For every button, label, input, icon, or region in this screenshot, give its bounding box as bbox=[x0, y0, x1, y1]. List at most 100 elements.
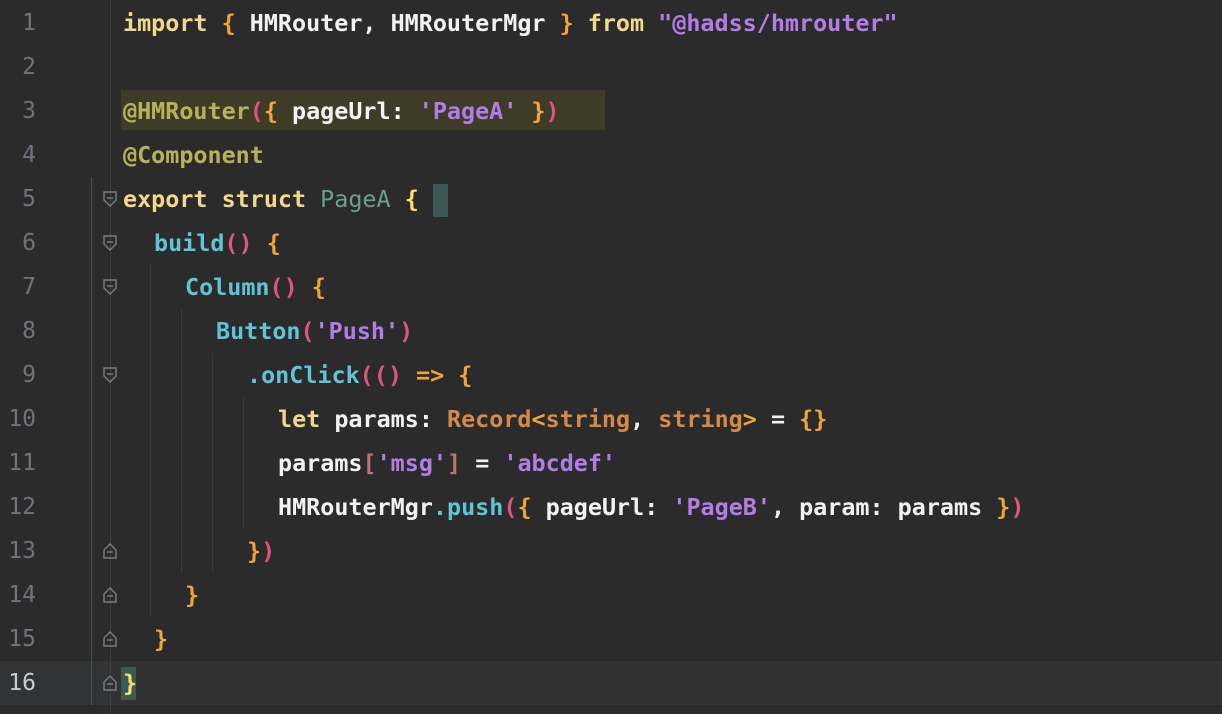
brace: } bbox=[185, 581, 200, 609]
line-number: 13 bbox=[8, 538, 36, 564]
line-number: 9 bbox=[22, 362, 36, 388]
paren: ) bbox=[1010, 493, 1025, 521]
decorator: @Component bbox=[123, 141, 264, 169]
brace: { bbox=[263, 97, 278, 125]
indent-guide bbox=[212, 353, 213, 573]
object-name: HMRouterMgr bbox=[278, 493, 433, 521]
module-string: "@hadss/hmrouter" bbox=[658, 9, 898, 37]
paren: ( bbox=[503, 493, 518, 521]
brace: { bbox=[458, 361, 473, 389]
line-number: 14 bbox=[8, 582, 36, 608]
line-number: 6 bbox=[22, 230, 36, 256]
code-line-13[interactable]: }) bbox=[247, 529, 275, 573]
indent-guide bbox=[150, 265, 151, 617]
gutter-divider bbox=[110, 0, 111, 714]
string-literal: 'msg' bbox=[376, 449, 448, 477]
function-name: onClick bbox=[261, 361, 360, 389]
paren: () bbox=[373, 361, 402, 389]
arrow: => bbox=[401, 361, 459, 389]
function-name: push bbox=[447, 493, 504, 521]
brace: { bbox=[517, 493, 532, 521]
code-line-9[interactable]: .onClick(() => { bbox=[247, 353, 472, 397]
paren: ) bbox=[261, 537, 276, 565]
line-number: 10 bbox=[8, 406, 36, 432]
struct-name: PageA bbox=[320, 185, 391, 213]
import-names: HMRouter, HMRouterMgr bbox=[249, 9, 546, 37]
code-line-14[interactable]: } bbox=[185, 573, 199, 617]
dot: . bbox=[247, 361, 262, 389]
paren: ( bbox=[359, 361, 374, 389]
keyword-let: let bbox=[278, 405, 321, 433]
line-number: 4 bbox=[22, 142, 36, 168]
brace: { bbox=[207, 9, 250, 37]
line-number: 5 bbox=[22, 186, 36, 212]
fold-close-icon[interactable] bbox=[101, 586, 119, 604]
type-name: string bbox=[545, 405, 631, 433]
code-line-8[interactable]: Button('Push') bbox=[216, 309, 413, 353]
operator: = bbox=[756, 405, 800, 433]
code-line-12[interactable]: HMRouterMgr.push({ pageUrl: 'PageB', par… bbox=[278, 485, 1024, 529]
code-line-11[interactable]: params['msg'] = 'abcdef' bbox=[278, 441, 616, 485]
code-line-16[interactable]: } bbox=[123, 661, 137, 705]
fold-open-icon[interactable] bbox=[101, 190, 119, 208]
brace: {} bbox=[799, 405, 828, 433]
keyword-from: from bbox=[587, 9, 645, 37]
brace: } bbox=[247, 537, 262, 565]
line-number: 2 bbox=[22, 54, 36, 80]
code-editor[interactable]: 1 2 3 4 5 6 7 8 9 10 11 12 13 14 15 16 i… bbox=[0, 0, 1222, 714]
line-number: 8 bbox=[22, 318, 36, 344]
indent-guide bbox=[181, 309, 182, 573]
fold-open-icon[interactable] bbox=[101, 234, 119, 252]
line-number: 12 bbox=[8, 494, 36, 520]
code-line-7[interactable]: Column() { bbox=[185, 265, 326, 309]
function-name: Column bbox=[185, 273, 270, 301]
code-line-6[interactable]: build() { bbox=[154, 221, 281, 265]
paren: ( bbox=[249, 97, 264, 125]
string-literal: 'Push' bbox=[314, 317, 400, 345]
indent-guide bbox=[91, 177, 92, 705]
matching-brace-highlight bbox=[433, 184, 448, 217]
keyword-import: import bbox=[123, 9, 208, 37]
line-number: 15 bbox=[8, 626, 36, 652]
operator: = bbox=[461, 449, 504, 477]
fold-close-icon[interactable] bbox=[101, 630, 119, 648]
variable: params: bbox=[320, 405, 447, 433]
brace: } bbox=[517, 97, 546, 125]
brace: } bbox=[996, 493, 1011, 521]
code-line-3[interactable]: @HMRouter({ pageUrl: 'PageA' }) bbox=[123, 89, 560, 133]
dot: . bbox=[432, 493, 447, 521]
line-number: 3 bbox=[22, 98, 36, 124]
keyword-export-struct: export struct bbox=[123, 185, 307, 213]
paren: ) bbox=[545, 97, 560, 125]
type-name: Record bbox=[447, 405, 532, 433]
code-line-5[interactable]: export struct PageA { bbox=[123, 177, 419, 221]
bracket: [ bbox=[362, 449, 377, 477]
angle: < bbox=[531, 405, 546, 433]
decorator: @HMRouter bbox=[123, 97, 250, 125]
brace: { bbox=[404, 185, 419, 213]
fold-open-icon[interactable] bbox=[101, 366, 119, 384]
angle: > bbox=[742, 405, 757, 433]
paren: () bbox=[224, 229, 253, 257]
fold-close-icon[interactable] bbox=[101, 542, 119, 560]
brace: { bbox=[266, 229, 281, 257]
variable: params bbox=[278, 449, 363, 477]
brace: } bbox=[545, 9, 588, 37]
string-literal: 'abcdef' bbox=[503, 449, 617, 477]
line-number-current: 16 bbox=[8, 670, 36, 696]
arguments: , param: params bbox=[770, 493, 997, 521]
brace: { bbox=[311, 273, 326, 301]
code-line-15[interactable]: } bbox=[154, 617, 168, 661]
code-line-1[interactable]: import { HMRouter, HMRouterMgr } from "@… bbox=[123, 1, 898, 45]
code-line-10[interactable]: let params: Record<string, string> = {} bbox=[278, 397, 827, 441]
fold-close-icon[interactable] bbox=[101, 674, 119, 692]
code-line-4[interactable]: @Component bbox=[123, 133, 264, 177]
function-name: Button bbox=[216, 317, 301, 345]
property-key: pageUrl: bbox=[277, 97, 419, 125]
fold-open-icon[interactable] bbox=[101, 278, 119, 296]
